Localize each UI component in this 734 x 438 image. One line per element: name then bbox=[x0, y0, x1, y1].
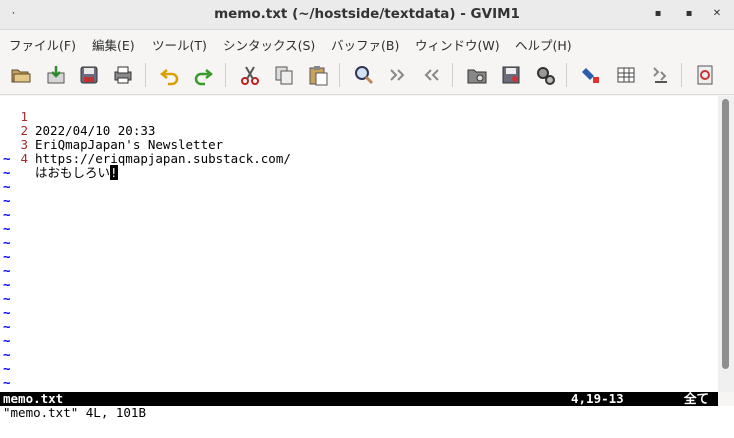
tilde-marker: ~ bbox=[3, 179, 11, 194]
text-line: 4 はおもしろい! bbox=[0, 138, 118, 180]
shell-icon[interactable] bbox=[613, 62, 639, 88]
text-line: 1 2022/04/10 20:33 bbox=[0, 96, 155, 138]
tilde-marker: ~ bbox=[3, 193, 11, 208]
line-text-content: はおもしろい bbox=[35, 165, 111, 180]
tilde-marker: ~ bbox=[3, 207, 11, 222]
vertical-scrollbar[interactable] bbox=[718, 96, 734, 392]
menu-syntax[interactable]: シンタックス(S) bbox=[223, 35, 315, 54]
copy-icon[interactable] bbox=[271, 62, 297, 88]
paste-icon[interactable] bbox=[305, 62, 331, 88]
tilde-marker: ~ bbox=[3, 263, 11, 278]
command-message: "memo.txt" 4L, 101B bbox=[3, 405, 146, 420]
tilde-marker: ~ bbox=[3, 375, 11, 390]
command-line[interactable]: "memo.txt" 4L, 101B bbox=[0, 406, 734, 438]
run-ctags-icon[interactable] bbox=[647, 62, 673, 88]
menu-help[interactable]: ヘルプ(H) bbox=[515, 35, 572, 54]
toolbar-separator bbox=[566, 63, 567, 87]
menu-buffers[interactable]: バッファ(B) bbox=[331, 35, 399, 54]
text-line: 3 https://eriqmapjapan.substack.com/ bbox=[0, 124, 290, 166]
tilde-marker: ~ bbox=[3, 165, 11, 180]
toolbar-separator bbox=[681, 63, 682, 87]
gvim-window: ⸱ memo.txt (~/hostside/textdata) - GVIM1… bbox=[0, 0, 734, 438]
status-cursor-position: 4,19-13 bbox=[571, 391, 624, 406]
save-icon[interactable] bbox=[43, 62, 69, 88]
toolbar-separator bbox=[145, 63, 146, 87]
tilde-marker: ~ bbox=[3, 277, 11, 292]
tilde-marker: ~ bbox=[3, 361, 11, 376]
load-session-icon[interactable] bbox=[464, 62, 490, 88]
maximize-button[interactable]: ▪ bbox=[682, 7, 696, 21]
tilde-marker: ~ bbox=[3, 291, 11, 306]
tilde-marker: ~ bbox=[3, 347, 11, 362]
toolbar-separator bbox=[339, 63, 340, 87]
window-title: memo.txt (~/hostside/textdata) - GVIM1 bbox=[214, 6, 520, 22]
save-all-icon[interactable] bbox=[76, 62, 102, 88]
status-line: memo.txt 4,19-13 全て bbox=[0, 392, 718, 406]
text-line: 2 EriQmapJapan's Newsletter bbox=[0, 110, 223, 152]
menu-edit[interactable]: 編集(E) bbox=[92, 35, 135, 54]
run-script-icon[interactable] bbox=[532, 62, 558, 88]
print-icon[interactable] bbox=[110, 62, 136, 88]
line-text[interactable]: 2022/04/10 20:33 bbox=[35, 124, 155, 138]
menu-tools[interactable]: ツール(T) bbox=[152, 35, 207, 54]
open-icon[interactable] bbox=[8, 62, 34, 88]
minimize-button[interactable]: ▪ bbox=[651, 7, 665, 21]
tilde-marker: ~ bbox=[3, 151, 11, 166]
find-next-icon[interactable] bbox=[385, 62, 411, 88]
save-session-icon[interactable] bbox=[498, 62, 524, 88]
status-scroll-indicator: 全て bbox=[684, 391, 710, 406]
tilde-marker: ~ bbox=[3, 319, 11, 334]
tilde-marker: ~ bbox=[3, 305, 11, 320]
tilde-marker: ~ bbox=[3, 249, 11, 264]
redo-icon[interactable] bbox=[190, 62, 216, 88]
editor-area[interactable]: 1 2022/04/10 20:33 2 EriQmapJapan's News… bbox=[0, 96, 718, 392]
line-text[interactable]: https://eriqmapjapan.substack.com/ bbox=[35, 152, 291, 166]
text-cursor: ! bbox=[110, 165, 118, 180]
make-icon[interactable] bbox=[578, 62, 604, 88]
scrollbar-thumb[interactable] bbox=[722, 99, 729, 369]
menu-file[interactable]: ファイル(F) bbox=[9, 35, 76, 54]
tilde-marker: ~ bbox=[3, 221, 11, 236]
line-text[interactable]: EriQmapJapan's Newsletter bbox=[35, 138, 223, 152]
toolbar-separator bbox=[225, 63, 226, 87]
tilde-marker: ~ bbox=[3, 333, 11, 348]
close-button[interactable]: ✕ bbox=[710, 7, 724, 21]
cut-icon[interactable] bbox=[237, 62, 263, 88]
tilde-marker: ~ bbox=[3, 235, 11, 250]
title-bar: ⸱ memo.txt (~/hostside/textdata) - GVIM1… bbox=[0, 0, 734, 30]
undo-icon[interactable] bbox=[157, 62, 183, 88]
help-icon[interactable] bbox=[692, 62, 718, 88]
find-prev-icon[interactable] bbox=[418, 62, 444, 88]
line-text[interactable]: はおもしろい! bbox=[35, 165, 118, 180]
find-replace-icon[interactable] bbox=[351, 62, 377, 88]
toolbar-separator bbox=[452, 63, 453, 87]
toolbar bbox=[0, 55, 734, 95]
status-filename: memo.txt bbox=[3, 391, 64, 406]
menu-window[interactable]: ウィンドウ(W) bbox=[415, 35, 500, 54]
menu-bar: ファイル(F) 編集(E) ツール(T) シンタックス(S) バッファ(B) ウ… bbox=[0, 30, 734, 55]
